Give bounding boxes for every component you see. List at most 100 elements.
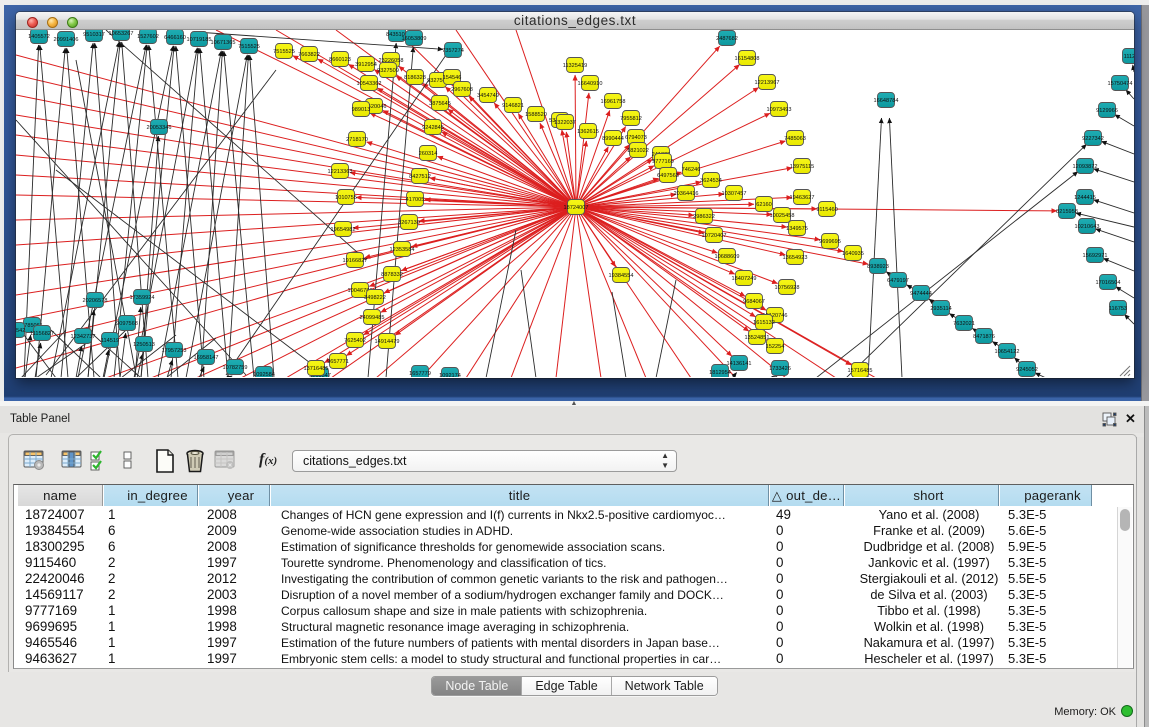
svg-text:10782759: 10782759: [223, 365, 248, 371]
svg-text:1092584: 1092584: [253, 372, 275, 377]
svg-text:3624534: 3624534: [700, 178, 722, 184]
svg-text:391542: 391542: [16, 328, 25, 334]
svg-text:16648784: 16648784: [874, 98, 899, 104]
svg-text:154546: 154546: [443, 75, 462, 81]
svg-text:9327509: 9327509: [377, 68, 399, 74]
svg-text:8878332: 8878332: [381, 272, 403, 278]
svg-text:19166827: 19166827: [343, 258, 368, 264]
svg-text:13716485: 13716485: [304, 366, 329, 372]
svg-text:1244415: 1244415: [1074, 195, 1096, 201]
svg-text:7663822: 7663822: [298, 52, 320, 58]
svg-text:1322037: 1322037: [554, 120, 576, 126]
svg-text:9777169: 9777169: [652, 159, 674, 165]
svg-text:16958147: 16958147: [194, 355, 219, 361]
svg-text:3498222: 3498222: [364, 295, 386, 301]
svg-text:8267130: 8267130: [398, 220, 420, 226]
svg-text:10654122: 10654122: [995, 349, 1020, 355]
svg-text:9245052: 9245052: [1016, 367, 1038, 373]
svg-text:6794073: 6794073: [625, 135, 647, 141]
svg-text:1821022: 1821022: [627, 148, 649, 154]
svg-text:10973493: 10973493: [767, 107, 792, 113]
svg-text:114519: 114519: [101, 338, 119, 344]
svg-text:9684067: 9684067: [743, 299, 765, 305]
svg-text:11325419: 11325419: [563, 63, 587, 69]
svg-text:8427512: 8427512: [409, 174, 431, 180]
svg-text:6497563: 6497563: [657, 173, 679, 179]
svg-text:8990444: 8990444: [602, 136, 624, 142]
svg-text:20053346: 20053346: [147, 125, 172, 131]
svg-text:15750474: 15750474: [1108, 81, 1133, 87]
svg-text:1615132: 1615132: [753, 320, 775, 326]
svg-text:7515525: 7515525: [273, 49, 295, 55]
svg-text:15692971: 15692971: [1083, 253, 1108, 259]
svg-text:116753: 116753: [1109, 306, 1127, 312]
svg-text:1588520: 1588520: [525, 112, 547, 118]
svg-text:10720407: 10720407: [702, 233, 727, 239]
svg-text:10210643: 10210643: [1075, 224, 1100, 230]
svg-text:8215958: 8215958: [1056, 209, 1078, 215]
svg-text:2935114: 2935114: [930, 306, 951, 312]
svg-text:10307457: 10307457: [722, 191, 747, 197]
svg-text:7955812: 7955812: [620, 116, 642, 122]
svg-text:24099485: 24099485: [360, 315, 385, 321]
svg-text:260314: 260314: [419, 151, 438, 157]
svg-text:19463627: 19463627: [790, 195, 815, 201]
svg-text:10756928: 10756928: [775, 285, 800, 291]
svg-text:2487682: 2487682: [716, 36, 738, 42]
svg-text:15716485: 15716485: [848, 368, 873, 374]
svg-text:3875645: 3875645: [429, 101, 451, 107]
svg-text:10671365: 10671365: [211, 40, 236, 46]
svg-text:417005: 417005: [406, 197, 425, 203]
svg-text:1527602: 1527602: [137, 34, 159, 40]
svg-text:20991406: 20991406: [54, 37, 79, 43]
svg-text:1812954: 1812954: [709, 370, 731, 376]
svg-text:18724007: 18724007: [564, 205, 589, 211]
svg-text:1010755: 1010755: [335, 195, 357, 201]
svg-text:13524851: 13524851: [745, 335, 770, 341]
svg-text:19384554: 19384554: [609, 273, 634, 279]
svg-text:16154808: 16154808: [735, 56, 760, 62]
svg-text:9129966: 9129966: [1096, 108, 1118, 114]
svg-text:18407249: 18407249: [732, 276, 757, 282]
svg-text:14136141: 14136141: [727, 361, 752, 367]
svg-text:1405572: 1405572: [28, 34, 50, 40]
svg-text:2967608: 2967608: [451, 87, 473, 93]
svg-text:7632021: 7632021: [953, 321, 975, 327]
svg-text:1349575: 1349575: [786, 226, 808, 232]
svg-text:9146821: 9146821: [502, 103, 524, 109]
svg-text:9242845: 9242845: [422, 125, 444, 131]
svg-text:10543362: 10543362: [357, 81, 382, 87]
svg-text:1733426: 1733426: [769, 366, 791, 372]
svg-text:62160: 62160: [756, 202, 772, 208]
svg-text:1362615: 1362615: [577, 129, 599, 135]
svg-text:12213967: 12213967: [755, 80, 780, 86]
svg-text:12213363: 12213363: [328, 169, 353, 175]
svg-text:2718170: 2718170: [346, 137, 368, 143]
svg-text:13975115: 13975115: [790, 164, 814, 170]
svg-text:7625402: 7625402: [344, 338, 366, 344]
svg-text:1250513: 1250513: [133, 342, 155, 348]
svg-text:12093872: 12093872: [1073, 164, 1098, 170]
svg-text:11124: 11124: [1124, 54, 1134, 60]
svg-text:989013: 989013: [352, 107, 371, 113]
svg-text:9227342: 9227342: [1082, 136, 1104, 142]
svg-text:16961758: 16961758: [601, 99, 626, 105]
svg-text:3912954: 3912954: [355, 62, 377, 68]
svg-text:11156827: 11156827: [30, 331, 54, 337]
svg-text:9474444: 9474444: [910, 291, 932, 297]
svg-text:16640910: 16640910: [578, 81, 603, 87]
svg-text:20206578: 20206578: [83, 298, 108, 304]
svg-text:8186328: 8186328: [404, 75, 426, 81]
svg-text:7485063: 7485063: [784, 136, 806, 142]
svg-text:8471876: 8471876: [973, 334, 995, 340]
svg-text:10653267: 10653267: [109, 31, 134, 37]
svg-text:9699695: 9699695: [819, 239, 841, 245]
svg-text:9097568: 9097568: [116, 321, 138, 327]
svg-text:6466160: 6466160: [164, 35, 186, 41]
svg-text:16053809: 16053809: [402, 36, 427, 42]
svg-text:20364416: 20364416: [674, 191, 699, 197]
svg-text:152254: 152254: [766, 344, 785, 350]
svg-text:13654923: 13654923: [783, 255, 808, 261]
svg-text:9115460: 9115460: [816, 207, 837, 213]
svg-text:12342737: 12342737: [71, 334, 96, 340]
